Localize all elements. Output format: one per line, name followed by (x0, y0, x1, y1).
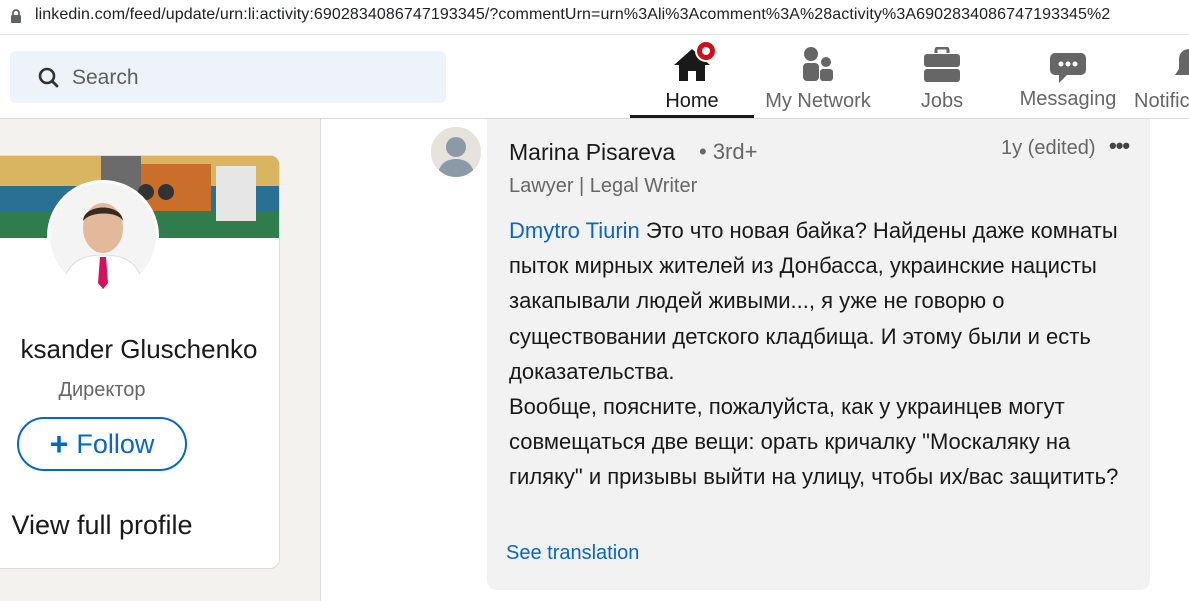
connection-degree: • 3rd+ (699, 139, 758, 164)
search-input[interactable]: Search (72, 66, 139, 90)
chat-icon (1050, 53, 1086, 83)
nav-my-network[interactable]: My Network (756, 41, 880, 115)
comment-timestamp: 1y (edited) (1001, 137, 1096, 159)
nav-home[interactable]: Home (630, 41, 754, 115)
profile-title: Директор (58, 379, 146, 401)
comment-author[interactable]: Marina Pisareva (509, 139, 675, 166)
nav-jobs-label: Jobs (920, 90, 964, 112)
nav-messaging[interactable]: Messaging (1006, 41, 1130, 115)
nav-notifications-label: Notific (1134, 90, 1189, 112)
nav-home-label: Home (665, 90, 719, 112)
briefcase-icon (924, 47, 960, 82)
profile-avatar[interactable] (47, 180, 159, 292)
follow-button[interactable]: + Follow (17, 417, 187, 471)
notification-dot (695, 40, 717, 62)
person-photo (50, 183, 156, 289)
see-translation-link[interactable]: See translation (506, 542, 639, 565)
search-box[interactable]: Search (10, 51, 446, 103)
comment-bubble: Marina Pisareva • 3rd+ Lawyer | Legal Wr… (487, 119, 1150, 590)
network-icon (803, 47, 833, 81)
nav-messaging-label: Messaging (1019, 88, 1117, 110)
profile-name[interactable]: ksander Gluschenko (0, 334, 279, 365)
more-options-button[interactable]: ••• (1109, 133, 1139, 161)
profile-card: ksander Gluschenko Директор + Follow Vie… (0, 155, 280, 569)
nav-jobs[interactable]: Jobs (880, 41, 1004, 115)
search-icon (38, 67, 59, 88)
url-text[interactable]: linkedin.com/feed/update/urn:li:activity… (35, 6, 1110, 24)
view-full-profile-link[interactable]: View full profile (0, 510, 223, 541)
nav-my-network-label: My Network (765, 90, 871, 112)
nav-notifications[interactable]: Notific (1132, 41, 1189, 115)
top-nav: Search Home My Network Jobs Messaging No… (0, 35, 1189, 119)
default-avatar-icon (431, 127, 481, 177)
comment-body: Dmytro Tiurin Это что новая байка? Найде… (509, 213, 1129, 495)
browser-address-bar[interactable]: linkedin.com/feed/update/urn:li:activity… (0, 0, 1189, 35)
follow-label: Follow (76, 428, 155, 459)
comment-text-part2: Вообще, поясните, пожалуйста, как у укра… (509, 394, 1119, 490)
mention-link[interactable]: Dmytro Tiurin (509, 218, 640, 243)
lock-icon (11, 9, 21, 23)
author-headline: Lawyer | Legal Writer (509, 175, 698, 197)
plus-icon: + (49, 426, 69, 462)
bell-icon (1175, 49, 1189, 75)
commenter-avatar[interactable] (431, 127, 481, 177)
active-tab-indicator (630, 115, 754, 118)
ellipsis-icon: ••• (1109, 133, 1130, 158)
